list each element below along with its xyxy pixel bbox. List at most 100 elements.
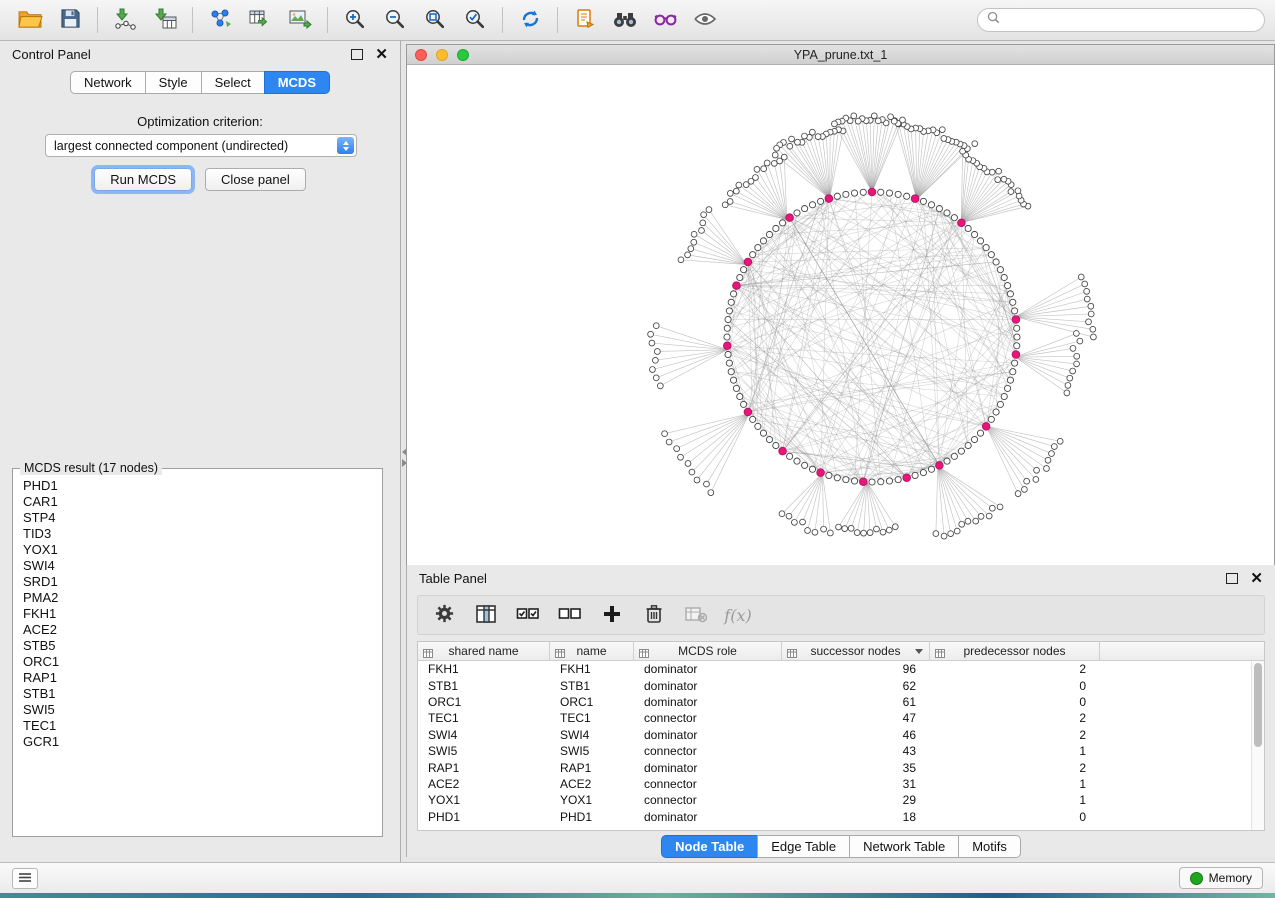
select-all-button[interactable] xyxy=(512,600,544,630)
mcds-result-item[interactable]: STP4 xyxy=(23,510,372,526)
float-table-panel-icon[interactable] xyxy=(1226,573,1238,584)
column-header-shared-name[interactable]: shared name xyxy=(418,642,550,661)
delete-table-button[interactable] xyxy=(680,600,712,630)
tab-network-table[interactable]: Network Table xyxy=(849,835,958,858)
table-scrollbar[interactable] xyxy=(1251,661,1264,830)
memory-button[interactable]: Memory xyxy=(1179,867,1263,889)
columns-button[interactable] xyxy=(470,600,502,630)
close-panel-icon[interactable]: ✕ xyxy=(375,47,388,62)
mcds-result-item[interactable]: SWI5 xyxy=(23,702,372,718)
table-row[interactable]: SWI4SWI4dominator462 xyxy=(418,727,1264,743)
tab-mcds[interactable]: MCDS xyxy=(264,71,330,94)
table-row[interactable]: TEC1TEC1connector472 xyxy=(418,710,1264,726)
tab-node-table[interactable]: Node Table xyxy=(661,835,757,858)
table-row[interactable]: YOX1YOX1connector291 xyxy=(418,792,1264,808)
mcds-result-item[interactable]: CAR1 xyxy=(23,494,372,510)
column-header-predecessor-nodes[interactable]: predecessor nodes xyxy=(930,642,1100,661)
mcds-result-item[interactable]: GCR1 xyxy=(23,734,372,750)
mcds-result-item[interactable]: ORC1 xyxy=(23,654,372,670)
run-mcds-button[interactable]: Run MCDS xyxy=(94,168,192,191)
table-row[interactable]: ACE2ACE2connector311 xyxy=(418,776,1264,792)
tab-select[interactable]: Select xyxy=(201,71,264,94)
mcds-result-list[interactable]: PHD1CAR1STP4TID3YOX1SWI4SRD1PMA2FKH1ACE2… xyxy=(13,469,382,827)
column-label: shared name xyxy=(448,644,518,658)
table-cell: ACE2 xyxy=(418,776,550,792)
network-canvas[interactable] xyxy=(407,65,1274,565)
search-input[interactable] xyxy=(1006,12,1255,28)
delete-column-button[interactable] xyxy=(638,600,670,630)
clone-network-button[interactable] xyxy=(565,4,605,36)
mcds-result-title: MCDS result (17 nodes) xyxy=(20,461,162,475)
table-cell: STB1 xyxy=(550,677,634,693)
optimization-criterion-label: Optimization criterion: xyxy=(0,114,400,129)
tab-style[interactable]: Style xyxy=(145,71,201,94)
column-header-successor-nodes[interactable]: successor nodes xyxy=(782,642,930,661)
mcds-result-item[interactable]: TEC1 xyxy=(23,718,372,734)
gear-button[interactable] xyxy=(428,600,460,630)
main-toolbar-icons xyxy=(10,4,725,36)
mcds-result-item[interactable]: ACE2 xyxy=(23,622,372,638)
mcds-result-item[interactable]: YOX1 xyxy=(23,542,372,558)
fx-button[interactable]: f(x) xyxy=(722,600,754,630)
criterion-dropdown[interactable]: largest connected component (undirected) xyxy=(45,134,357,157)
import-table-button[interactable] xyxy=(145,4,185,36)
export-image-button[interactable] xyxy=(280,4,320,36)
table-cell: 43 xyxy=(782,743,930,759)
mcds-result-item[interactable]: FKH1 xyxy=(23,606,372,622)
save-session-icon xyxy=(60,8,81,32)
memory-status-icon xyxy=(1190,872,1203,885)
tab-motifs[interactable]: Motifs xyxy=(958,835,1021,858)
column-header-MCDS-role[interactable]: MCDS role xyxy=(634,642,782,661)
import-network-button[interactable] xyxy=(105,4,145,36)
table-row[interactable]: ORC1ORC1dominator610 xyxy=(418,694,1264,710)
refresh-button[interactable] xyxy=(510,4,550,36)
table-tabs: Node TableEdge TableNetwork TableMotifs xyxy=(407,835,1275,858)
table-row[interactable]: STB1STB1dominator620 xyxy=(418,677,1264,693)
table-row[interactable]: FKH1FKH1dominator962 xyxy=(418,661,1264,677)
save-session-button[interactable] xyxy=(50,4,90,36)
mcds-result-item[interactable]: PHD1 xyxy=(23,478,372,494)
mcds-result-item[interactable]: TID3 xyxy=(23,526,372,542)
float-panel-icon[interactable] xyxy=(351,49,363,60)
hide-graphics-button[interactable] xyxy=(645,4,685,36)
zoom-out-button[interactable] xyxy=(375,4,415,36)
close-panel-button[interactable]: Close panel xyxy=(205,168,306,191)
table-scrollbar-thumb[interactable] xyxy=(1254,663,1262,747)
open-session-button[interactable] xyxy=(10,4,50,36)
show-graphics-button[interactable] xyxy=(685,4,725,36)
mcds-result-item[interactable]: SRD1 xyxy=(23,574,372,590)
new-network-button[interactable] xyxy=(200,4,240,36)
table-cell: SWI5 xyxy=(418,743,550,759)
mcds-result-item[interactable]: STB1 xyxy=(23,686,372,702)
mcds-result-item[interactable]: STB5 xyxy=(23,638,372,654)
minimize-window-icon[interactable] xyxy=(436,49,448,61)
table-row[interactable]: RAP1RAP1dominator352 xyxy=(418,759,1264,775)
close-table-panel-icon[interactable]: ✕ xyxy=(1250,571,1263,586)
table-cell: connector xyxy=(634,710,782,726)
find-button[interactable] xyxy=(605,4,645,36)
clear-selection-button[interactable] xyxy=(554,600,586,630)
zoom-in-button[interactable] xyxy=(335,4,375,36)
zoom-selected-button[interactable] xyxy=(455,4,495,36)
close-window-icon[interactable] xyxy=(415,49,427,61)
table-cell: FKH1 xyxy=(418,661,550,677)
zoom-fit-button[interactable] xyxy=(415,4,455,36)
table-row[interactable]: SWI5SWI5connector431 xyxy=(418,743,1264,759)
network-titlebar[interactable]: YPA_prune.txt_1 xyxy=(407,45,1274,65)
tab-edge-table[interactable]: Edge Table xyxy=(757,835,849,858)
export-table-button[interactable] xyxy=(240,4,280,36)
search-box[interactable] xyxy=(977,8,1265,32)
mcds-result-item[interactable]: SWI4 xyxy=(23,558,372,574)
table-cell: dominator xyxy=(634,759,782,775)
column-header-name[interactable]: name xyxy=(550,642,634,661)
add-column-button[interactable] xyxy=(596,600,628,630)
table-cell: 96 xyxy=(782,661,930,677)
column-label: name xyxy=(576,644,606,658)
status-menu-button[interactable] xyxy=(12,868,38,889)
mcds-result-item[interactable]: RAP1 xyxy=(23,670,372,686)
fx-icon: f(x) xyxy=(724,606,751,625)
table-row[interactable]: PHD1PHD1dominator180 xyxy=(418,809,1264,825)
maximize-window-icon[interactable] xyxy=(457,49,469,61)
tab-network[interactable]: Network xyxy=(70,71,145,94)
mcds-result-item[interactable]: PMA2 xyxy=(23,590,372,606)
